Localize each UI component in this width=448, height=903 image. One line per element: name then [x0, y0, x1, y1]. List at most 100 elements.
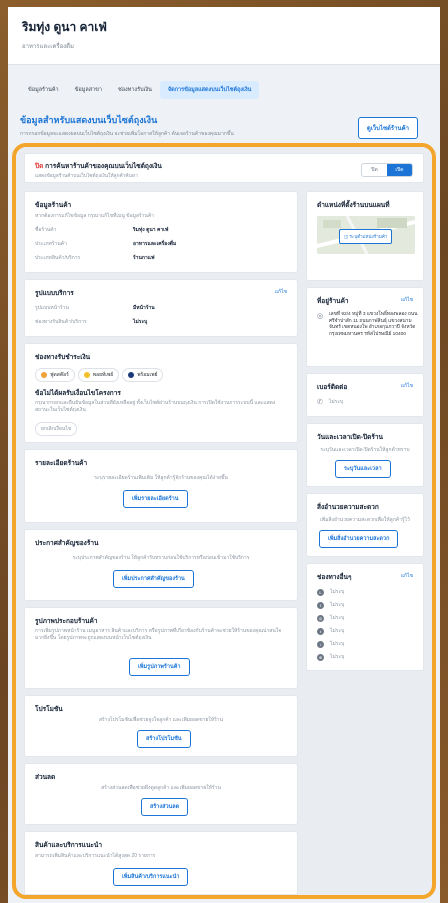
discount-card: ส่วนลด สร้างส่วนลดเพื่อช่วยดึงดูดลูกค้า …: [24, 763, 298, 825]
tab-bar: ข้อมูลร้านค้า ข้อมูลสาขา ช่องทางรับเงิน …: [20, 81, 428, 99]
phone-card: เบอร์ติดต่อ แก้ไข ✆ ไม่ระบุ: [306, 373, 424, 417]
hours-title: วันและเวลาเปิด-ปิดร้าน: [317, 434, 383, 441]
website-icon: ⊕: [317, 653, 324, 661]
pickup-value: ไม่ระบุ: [133, 319, 148, 325]
payment-method: ฟูดสต๊อร์: [35, 368, 75, 382]
payment-method: พร้อมเพย์: [122, 368, 164, 382]
map-preview[interactable]: ◫ ระบุตำแหน่งร้านค้า: [317, 216, 415, 254]
shop-name: ริมทุ่ง ดูนา คาเฟ่: [22, 20, 107, 34]
phone-title: เบอร์ติดต่อ: [317, 384, 348, 391]
recommended-card: สินค้าและบริการแนะนำ สามารถเพิ่มสินค้าแล…: [24, 831, 298, 895]
points-icon: [83, 372, 90, 378]
storefront-label: รูปแบบหน้าร้าน: [35, 305, 69, 311]
conditions-chip[interactable]: ยกเลิกเงื่อนไข: [35, 422, 78, 436]
store-type-value: อาหารและเครื่องดื่ม: [133, 241, 177, 247]
hours-card: วันและเวลาเปิด-ปิดร้าน ระบุวันและเวลาเปิ…: [306, 423, 424, 487]
conditions-title: ข้อไม่ได้ผลรับเงื่อนไขโครงการ: [35, 390, 121, 397]
payment-method-label: ฟูดสต๊อร์: [50, 372, 69, 378]
address-title: ที่อยู่ร้านค้า: [317, 298, 349, 305]
service-format-title: รูปแบบบริการ: [35, 290, 74, 297]
map-title: ตำแหน่งที่ตั้งร้านบนแผนที่: [317, 202, 390, 209]
channel-row: t ไม่ระบุ: [317, 627, 344, 635]
tab-store-info[interactable]: ข้อมูลร้านค้า: [20, 81, 67, 99]
payment-method: พอยท์เพย์: [77, 368, 120, 382]
payment-method-label: พอยท์เพย์: [92, 372, 114, 378]
channel-row: L ไม่ระบุ: [317, 588, 344, 596]
tab-payment-channels[interactable]: ช่องทางรับเงิน: [110, 81, 160, 99]
payment-title: ช่องทางรับชำระเงิน: [35, 354, 91, 361]
set-location-button[interactable]: ◫ ระบุตำแหน่งร้านค้า: [339, 229, 393, 244]
store-detail-hint: ระบุรายละเอียดร้านเพิ่มเติม ให้ลูกค้ารู้…: [94, 475, 228, 481]
photos-hint: การเพิ่มรูปภาพหน้าร้าน เมนูอาหาร สินค้าแ…: [35, 628, 282, 641]
add-facilities-button[interactable]: เพิ่มสิ่งอำนวยความสะดวก: [319, 530, 399, 548]
promptpay-icon: [128, 372, 135, 378]
add-recommended-button[interactable]: เพิ่มสินค้า/บริการแนะนำ: [113, 868, 189, 886]
conditions-text: กรุณากรอกและยืนยันข้อมูลในส่วนที่ยังเหลื…: [35, 400, 276, 413]
hours-hint: ระบุวันและเวลาเปิด-ปิดร้านให้ลูกค้าทราบ: [320, 447, 410, 453]
recommended-title: สินค้าและบริการแนะนำ: [35, 842, 102, 849]
pickup-label: ช่องทางรับสินค้า/บริการ: [35, 319, 87, 325]
announcement-title: ประกาศสำคัญของร้าน: [35, 540, 99, 547]
channel-row: ◎ ไม่ระบุ: [317, 614, 344, 622]
wallet-icon: [41, 372, 47, 378]
search-visibility-card: ปิด การค้นหาร้านค้าของคุณบนเว็บไซต์ถุงเง…: [24, 153, 424, 183]
toggle-on-option[interactable]: เปิด: [387, 164, 412, 176]
store-info-card: ข้อมูลร้านค้า หากต้องการแก้ไขข้อมูล กรุณ…: [24, 191, 298, 273]
create-discount-button[interactable]: สร้างส่วนลด: [141, 798, 189, 816]
storefront-value: มีหน้าร้าน: [133, 305, 155, 311]
channel-value: ไม่ระบุ: [330, 615, 345, 621]
store-info-subtitle: หากต้องการแก้ไขข้อมูล กรุณาแก้ไขที่เมนู …: [35, 213, 154, 219]
service-edit-link[interactable]: แก้ไข: [275, 288, 287, 296]
store-detail-title: รายละเอียดร้านค้า: [35, 460, 88, 467]
channel-value: ไม่ระบุ: [330, 641, 345, 647]
store-detail-card: รายละเอียดร้านค้า ระบุรายละเอียดร้านเพิ่…: [24, 449, 298, 523]
add-photos-button[interactable]: เพิ่มรูปภาพร้านค้า: [129, 658, 190, 676]
create-promotion-button[interactable]: สร้างโปรโมชัน: [137, 730, 191, 748]
tab-branches[interactable]: ข้อมูลสาขา: [67, 81, 110, 99]
visibility-title-text: การค้นหาร้านค้าของคุณบนเว็บไซต์ถุงเงิน: [45, 163, 162, 170]
photos-card: รูปภาพประกอบร้านค้า การเพิ่มรูปภาพหน้าร้…: [24, 607, 298, 689]
visibility-state-text: ปิด: [35, 163, 44, 170]
product-type-value: ร้านกาแฟ: [133, 255, 155, 261]
shop-subtitle: อาหารและเครื่องดื่ม: [22, 44, 74, 50]
preview-website-button[interactable]: ดูเว็บไซต์ร้านค้า: [357, 117, 418, 139]
facilities-card: สิ่งอำนวยความสะดวก เพิ่มสิ่งอำนวยความสะด…: [306, 493, 424, 557]
visibility-toggle[interactable]: ปิด เปิด: [361, 163, 413, 177]
channels-edit-link[interactable]: แก้ไข: [401, 572, 413, 580]
tiktok-icon: ♪: [317, 640, 324, 648]
location-pin-icon: ◎: [317, 313, 324, 320]
address-card: ที่อยู่ร้านค้า แก้ไข ◎ เลขที่ 92/4 หมู่ท…: [306, 287, 424, 367]
address-edit-link[interactable]: แก้ไข: [401, 296, 413, 304]
page-subtitle: การกรอกข้อมูลจะแสดงผลบนเว็บไซต์ถุงเงิน จ…: [20, 131, 234, 137]
channel-value: ไม่ระบุ: [330, 654, 345, 660]
toggle-off-option[interactable]: ปิด: [362, 164, 387, 176]
photos-title: รูปภาพประกอบร้านค้า: [35, 618, 98, 625]
store-type-label: ประเภทร้านค้า: [35, 241, 67, 247]
phone-edit-link[interactable]: แก้ไข: [401, 382, 413, 390]
map-card: ตำแหน่งที่ตั้งร้านบนแผนที่ ◫ ระบุตำแหน่ง…: [306, 191, 424, 281]
channel-row: ♪ ไม่ระบุ: [317, 640, 344, 648]
channel-row: f ไม่ระบุ: [317, 601, 344, 609]
address-text: เลขที่ 92/4 หมู่ที่ 3 แขวงโพธิ์ทองพลอง ถ…: [329, 312, 418, 337]
visibility-title: ปิด การค้นหาร้านค้าของคุณบนเว็บไซต์ถุงเง…: [35, 161, 162, 171]
announcement-hint: ระบุประกาศสำคัญของร้าน ให้ลูกค้ารับทราบก…: [72, 555, 250, 561]
phone-row: ✆ ไม่ระบุ: [317, 398, 343, 406]
intro-section: ข้อมูลสำหรับแสดงบนเว็บไซต์ถุงเงิน การกรอ…: [20, 113, 428, 139]
channel-value: ไม่ระบุ: [330, 628, 345, 634]
add-announcement-button[interactable]: เพิ่มประกาศสำคัญของร้าน: [113, 570, 194, 588]
phone-icon: ✆: [317, 399, 323, 406]
tab-website-info[interactable]: จัดการข้อมูลแสดงบนเว็บไซต์ถุงเงิน: [159, 81, 260, 99]
set-location-label: ระบุตำแหน่งร้านค้า: [349, 234, 388, 239]
instagram-icon: ◎: [317, 614, 324, 622]
twitter-icon: t: [317, 627, 324, 635]
shop-header: ริมทุ่ง ดูนา คาเฟ่ อาหารและเครื่องดื่ม: [8, 7, 440, 65]
store-name-value: ริมทุ่ง ดูนา คาเฟ่: [133, 227, 169, 233]
promotion-card: โปรโมชัน สร้างโปรโมชันเพื่อช่วยจูงใจลูกค…: [24, 695, 298, 757]
recommended-hint: สามารถเพิ่มสินค้าและบริการแนะนำได้สูงสุด…: [35, 853, 156, 859]
store-name-label: ชื่อร้านค้า: [35, 227, 57, 233]
store-info-title: ข้อมูลร้านค้า: [35, 202, 72, 209]
payment-methods: ฟูดสต๊อร์ พอยท์เพย์ พร้อมเพย์: [35, 368, 166, 382]
add-store-detail-button[interactable]: เพิ่มรายละเอียดร้าน: [123, 490, 188, 508]
visibility-subtitle: แสดงข้อมูลร้านค้าบนเว็บไซต์ถุงเงินให้ลูก…: [35, 174, 138, 179]
set-hours-button[interactable]: ระบุวันและเวลา: [335, 460, 391, 478]
